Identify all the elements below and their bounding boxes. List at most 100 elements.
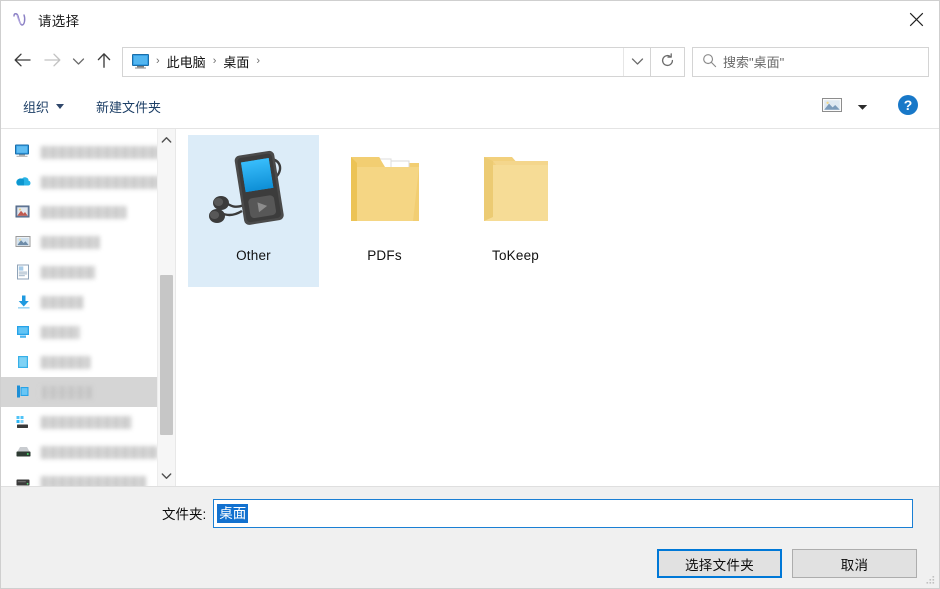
help-question-icon: ? [897, 94, 919, 119]
downloads-icon [15, 294, 32, 310]
chevron-down-icon [631, 55, 644, 69]
breadcrumb-separator-trailing[interactable]: › [253, 56, 263, 67]
scrollbar-thumb[interactable] [160, 275, 173, 435]
chevron-down-icon [857, 100, 868, 114]
photo-icon [15, 234, 32, 250]
tree-item-label [40, 175, 173, 189]
tree-item[interactable] [1, 257, 175, 287]
view-options-dropdown[interactable] [851, 94, 873, 120]
tree-item-label [40, 265, 95, 279]
scroll-down-button[interactable] [158, 467, 175, 484]
address-bar[interactable]: › 此电脑 › 桌面 › [122, 46, 651, 77]
tree-item[interactable] [1, 287, 175, 317]
media-player-folder-icon [202, 141, 306, 241]
arrow-up-icon [96, 52, 112, 72]
search-placeholder: 搜索"桌面" [723, 55, 785, 70]
close-icon[interactable] [893, 1, 939, 38]
file-label: ToKeep [492, 248, 539, 263]
tree-item[interactable] [1, 347, 175, 377]
file-item-other[interactable]: Other [188, 135, 319, 287]
change-view-button[interactable] [817, 94, 847, 120]
help-button[interactable]: ? [891, 92, 925, 122]
navigation-pane [1, 129, 175, 486]
command-toolbar: 组织 新建文件夹 ? [1, 85, 939, 129]
monitor-icon [15, 144, 32, 160]
desktop-blue-icon [15, 324, 32, 340]
organize-label: 组织 [23, 100, 50, 115]
chevron-up-icon [161, 133, 172, 147]
tree-item[interactable] [1, 317, 175, 347]
tree-item-label [40, 355, 90, 369]
pictures-folder-icon [15, 204, 32, 220]
tree-item-label [40, 415, 132, 429]
this-pc-monitor-icon [132, 54, 149, 69]
view-thumbnails-icon [821, 96, 843, 117]
tree-item[interactable] [1, 197, 175, 227]
back-button[interactable] [7, 47, 37, 77]
svg-text:?: ? [904, 97, 913, 113]
file-item-tokeep[interactable]: ToKeep [450, 135, 581, 287]
address-dropdown-button[interactable] [623, 47, 650, 76]
tree-item-selected[interactable] [1, 377, 175, 407]
folder-name-input[interactable]: 桌面 [213, 498, 914, 528]
breadcrumb-item-desktop[interactable]: 桌面 [219, 50, 253, 73]
tree-item[interactable] [1, 437, 175, 467]
breadcrumb-separator: › [212, 55, 217, 67]
up-button[interactable] [89, 47, 119, 77]
tree-item-label [40, 445, 158, 459]
breadcrumb-separator: › [156, 55, 160, 67]
forward-button [37, 47, 67, 77]
apps-icon [15, 414, 32, 430]
refresh-button[interactable] [651, 46, 685, 77]
tree-item-label [40, 325, 80, 339]
file-list-pane[interactable]: Other PDFs ToKeep [176, 129, 939, 486]
search-input[interactable]: 搜索"桌面" [692, 46, 929, 77]
breadcrumb-item-this-pc[interactable]: 此电脑 [163, 50, 210, 73]
empty-folder-icon [464, 141, 568, 241]
tree-item-label [40, 385, 92, 399]
resize-grip-icon[interactable] [924, 574, 936, 586]
tree-item[interactable] [1, 137, 175, 167]
document-icon [15, 264, 32, 280]
drive-icon [15, 444, 32, 460]
chevron-down-icon [56, 104, 65, 109]
dialog-body: Other PDFs ToKeep [1, 129, 939, 486]
chevron-down-icon [72, 55, 85, 69]
onedrive-icon [15, 174, 32, 190]
app-script-icon [10, 9, 32, 31]
recent-locations-button[interactable] [67, 47, 89, 77]
file-grid: Other PDFs ToKeep [188, 135, 939, 287]
drive-icon [15, 474, 32, 486]
navigation-tree [1, 137, 175, 486]
music-icon [15, 354, 32, 370]
tree-item[interactable] [1, 467, 175, 486]
file-item-pdfs[interactable]: PDFs [319, 135, 450, 287]
organize-button[interactable]: 组织 [17, 93, 70, 120]
footer-button-row: 选择文件夹 取消 [1, 539, 939, 588]
chrome-files-folder-icon [333, 141, 437, 241]
scroll-up-button[interactable] [158, 131, 175, 148]
refresh-icon [660, 52, 675, 71]
folder-name-row: 文件夹: 桌面 [1, 487, 939, 539]
folder-name-value: 桌面 [217, 503, 249, 523]
tree-item[interactable] [1, 227, 175, 257]
tree-item[interactable] [1, 407, 175, 437]
window-title: 请选择 [38, 13, 80, 29]
tree-item-label [40, 475, 146, 486]
tree-item[interactable] [1, 167, 175, 197]
cancel-button[interactable]: 取消 [792, 549, 917, 578]
tree-item-label [40, 235, 100, 249]
folder-field-label: 文件夹: [162, 507, 207, 522]
file-label: PDFs [367, 248, 402, 263]
search-icon [702, 53, 717, 71]
arrow-right-icon [43, 52, 62, 71]
select-folder-button[interactable]: 选择文件夹 [657, 549, 782, 578]
new-folder-button[interactable]: 新建文件夹 [90, 93, 167, 120]
this-pc-icon [15, 384, 32, 400]
new-folder-label: 新建文件夹 [96, 100, 162, 115]
navigation-pane-scrollbar[interactable] [157, 129, 175, 486]
tree-item-label [40, 205, 126, 219]
arrow-left-icon [13, 52, 32, 71]
toolbar-right-group: ? [817, 92, 925, 122]
chevron-down-icon [161, 469, 172, 483]
